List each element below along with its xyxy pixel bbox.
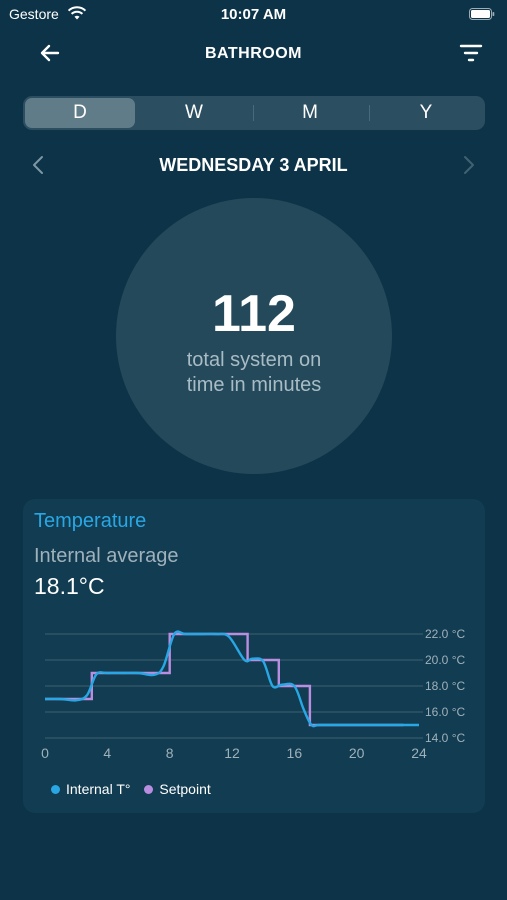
- period-selector: D W M Y: [23, 96, 485, 130]
- legend-dot-internal: [51, 785, 60, 794]
- legend-internal-label: Internal T°: [66, 781, 131, 797]
- date-label: WEDNESDAY 3 APRIL: [159, 155, 348, 175]
- chart-legend: Internal T° Setpoint: [51, 781, 221, 797]
- segment-divider: [253, 105, 254, 121]
- x-tick-label: 12: [224, 745, 240, 761]
- status-time: 10:07 AM: [220, 6, 287, 23]
- y-tick-label: 22.0 °C: [425, 627, 465, 641]
- legend-dot-setpoint: [144, 785, 154, 794]
- system-time-summary: 112 total system on time in minutes: [116, 198, 392, 474]
- status-bar: Gestore 10:07 AM: [0, 0, 507, 30]
- x-tick-label: 16: [287, 745, 303, 761]
- x-tick-label: 0: [41, 745, 49, 761]
- chevron-right-icon[interactable]: [461, 154, 477, 176]
- tab-month[interactable]: M: [255, 98, 365, 128]
- legend-setpoint: Setpoint: [144, 781, 211, 797]
- tab-week[interactable]: W: [139, 98, 249, 128]
- system-on-minutes: 112: [212, 285, 296, 343]
- filter-icon[interactable]: [459, 42, 483, 64]
- legend-internal: Internal T°: [51, 781, 130, 797]
- x-tick-label: 24: [411, 745, 427, 761]
- y-tick-label: 18.0 °C: [425, 679, 465, 693]
- navigation-bar: BATHROOM: [0, 36, 507, 72]
- date-navigator: WEDNESDAY 3 APRIL: [0, 150, 507, 180]
- tab-day[interactable]: D: [25, 98, 135, 128]
- caption-line-1: total system on: [186, 349, 322, 371]
- legend-setpoint-label: Setpoint: [159, 781, 211, 797]
- battery-icon: [469, 8, 495, 20]
- y-tick-label: 14.0 °C: [425, 731, 465, 745]
- series-line-setpoint: [45, 632, 404, 727]
- y-tick-label: 20.0 °C: [425, 653, 465, 667]
- temperature-chart: 22.0 °C 20.0 °C 18.0 °C 16.0 °C 14.0 °C 0 4 8 12…: [41, 627, 465, 761]
- x-tick-label: 4: [103, 745, 111, 761]
- page-title: BATHROOM: [204, 45, 303, 62]
- x-tick-label: 20: [349, 745, 365, 761]
- y-tick-label: 16.0 °C: [425, 705, 465, 719]
- tab-year[interactable]: Y: [371, 98, 481, 128]
- temperature-card: Temperature Internal average 18.1°C 22.0…: [23, 499, 485, 813]
- system-on-caption: total system on time in minutes: [116, 348, 392, 398]
- segment-divider: [369, 105, 370, 121]
- x-tick-label: 8: [166, 745, 174, 761]
- caption-line-2: time in minutes: [186, 374, 322, 396]
